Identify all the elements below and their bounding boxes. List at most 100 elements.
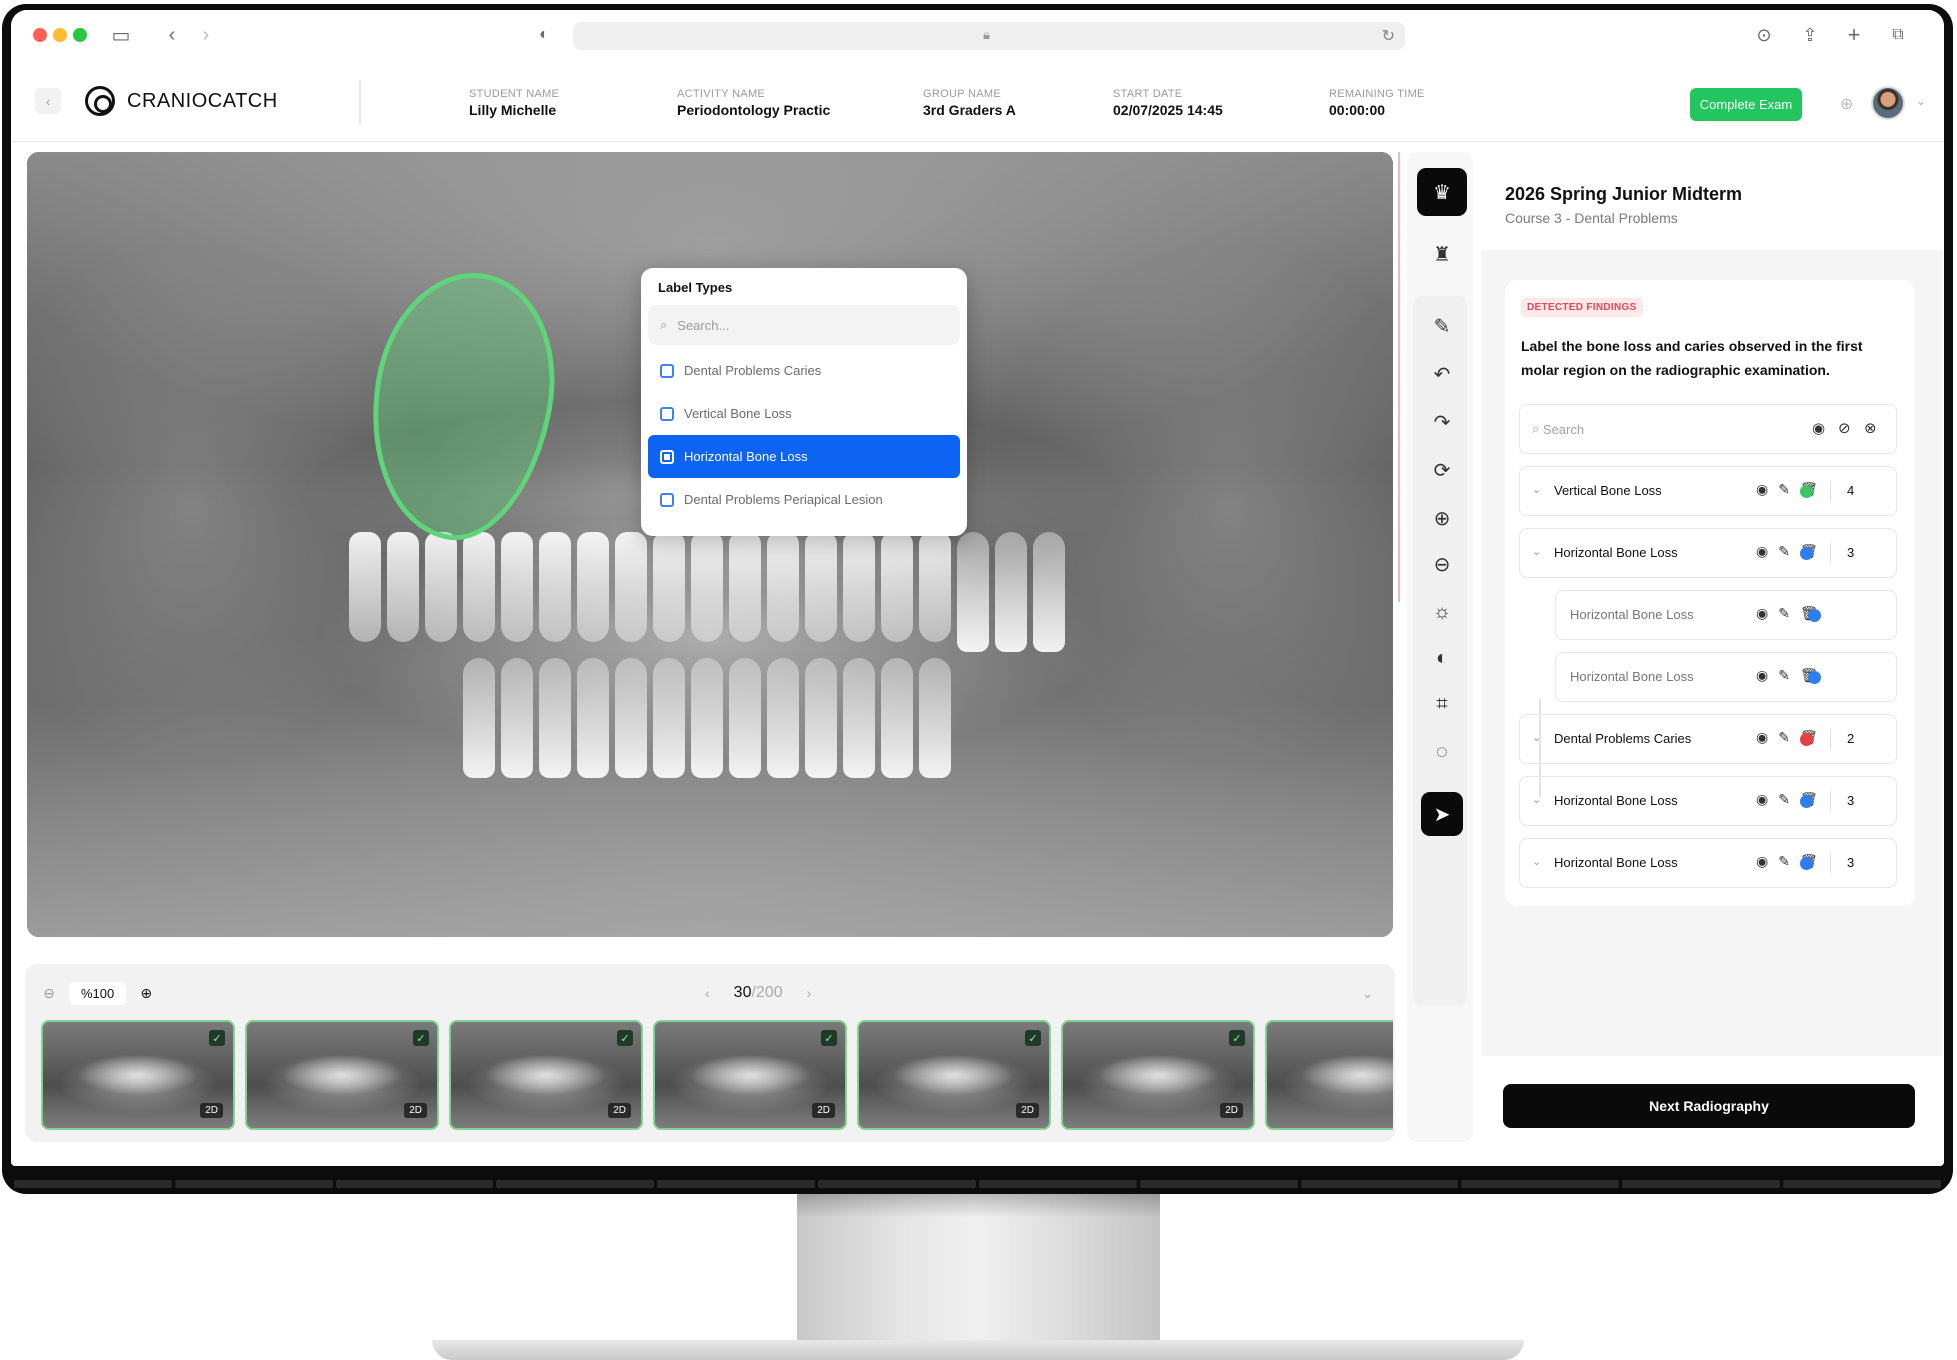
brightness-button[interactable]: ☼ (1417, 588, 1467, 636)
eye-icon[interactable]: ◉ (1756, 853, 1768, 870)
zoom-out-icon[interactable]: ⊖ (39, 985, 59, 1002)
zoom-out-tool-button[interactable]: ⊖ (1417, 540, 1467, 588)
label-search-input[interactable]: ⌕ Search... (648, 305, 960, 345)
lock-icon: 🔒︎ (983, 27, 990, 42)
prev-page-icon[interactable]: ‹ (705, 985, 710, 1001)
radiograph-thumbnail[interactable]: ✓2D (1265, 1020, 1393, 1130)
radiograph-thumbnail[interactable]: ✓2D (1061, 1020, 1255, 1130)
checkbox[interactable] (660, 406, 674, 421)
maximize-window-button[interactable] (73, 28, 87, 42)
sun-icon: ☼ (1432, 600, 1452, 623)
pencil-icon[interactable]: ✎ (1778, 481, 1790, 498)
draw-tool-button[interactable]: ✎ (1417, 302, 1467, 350)
next-radiography-button[interactable]: Next Radiography (1503, 1084, 1915, 1128)
avatar[interactable] (1871, 86, 1905, 120)
eye-icon[interactable]: ◉ (1756, 791, 1768, 808)
chevron-down-icon[interactable]: ⌄ (1532, 545, 1541, 558)
single-tooth-button[interactable]: ♜ (1417, 230, 1467, 278)
radiograph-thumbnail[interactable]: ✓2D (449, 1020, 643, 1130)
back-arrow-icon[interactable]: ‹ (163, 22, 181, 48)
meta-group: GROUP NAME 3rd Graders A (923, 88, 1016, 118)
zoom-in-tool-button[interactable]: ⊕ (1417, 494, 1467, 542)
pencil-icon[interactable]: ✎ (1778, 791, 1790, 808)
finding-child-row[interactable]: Horizontal Bone Loss◉✎🗑︎ (1555, 652, 1897, 702)
pencil-icon[interactable]: ✎ (1778, 543, 1790, 560)
chevron-down-icon[interactable]: ⌄ (1916, 94, 1926, 108)
label-option[interactable]: Dental Problems Caries (648, 349, 960, 392)
finding-row[interactable]: ⌄Horizontal Bone Loss◉✎🗑︎3 (1519, 528, 1897, 578)
reload-icon[interactable]: ↻ (1382, 26, 1395, 46)
undo-button[interactable]: ↶ (1417, 350, 1467, 398)
send-button[interactable]: ➤ (1421, 792, 1463, 836)
finding-row[interactable]: ⌄Vertical Bone Loss◉✎🗑︎4 (1519, 466, 1897, 516)
shield-icon[interactable]: ◐ (535, 22, 553, 48)
radiograph-thumbnail[interactable]: ✓2D (41, 1020, 235, 1130)
stand-shadow (797, 1194, 1160, 1218)
monitor-bezel: ▭ ‹ › ◐ 🔒︎ ↻ ⊙ ⇪ + ⧉ ‹ CRANIOCATCH STUDE… (2, 4, 1953, 1194)
page-current: 30 (733, 984, 752, 1001)
option-label: Dental Problems Periapical Lesion (684, 492, 883, 507)
radiograph-viewer[interactable]: Label Types ⌕ Search... Dental Problems … (27, 152, 1393, 937)
zoom-level[interactable]: %100 (69, 982, 127, 1005)
checkbox[interactable] (660, 449, 674, 464)
eye-icon[interactable]: ◉ (1756, 481, 1768, 498)
zoom-in-icon[interactable]: ⊕ (136, 985, 156, 1002)
finding-row[interactable]: ⌄Dental Problems Caries◉✎🗑︎2 (1519, 714, 1897, 764)
eye-icon[interactable]: ◉ (1756, 667, 1768, 684)
pagination: ‹ 30/200 › (705, 984, 811, 1002)
radiograph-thumbnail[interactable]: ✓2D (245, 1020, 439, 1130)
hide-icon[interactable]: ⊘ (1838, 419, 1851, 437)
chevron-down-icon[interactable]: ⌄ (1532, 793, 1541, 806)
chevron-down-icon[interactable]: ⌄ (1532, 483, 1541, 496)
pencil-icon[interactable]: ✎ (1778, 729, 1790, 746)
teeth-mode-button[interactable]: ♛ (1417, 168, 1467, 216)
chevron-down-icon[interactable]: ⌄ (1362, 986, 1373, 1002)
finding-row[interactable]: ⌄Horizontal Bone Loss◉✎🗑︎3 (1519, 776, 1897, 826)
chevron-down-icon[interactable]: ⌄ (1532, 855, 1541, 868)
close-window-button[interactable] (33, 28, 47, 42)
label-option[interactable]: Dental Problems Periapical Lesion (648, 478, 960, 521)
collapse-button[interactable]: ‹ (35, 88, 61, 114)
label-option-selected[interactable]: Horizontal Bone Loss (648, 435, 960, 478)
craniocatch-logo-icon (85, 86, 115, 116)
new-tab-icon[interactable]: + (1843, 22, 1865, 48)
meta-activity: ACTIVITY NAME Periodontology Practic (677, 88, 830, 118)
complete-exam-button[interactable]: Complete Exam (1690, 88, 1802, 121)
minimize-window-button[interactable] (53, 28, 67, 42)
pencil-icon[interactable]: ✎ (1778, 605, 1790, 622)
label-types-dropdown: Label Types ⌕ Search... Dental Problems … (641, 268, 967, 536)
comment-button[interactable]: ◌ (1417, 728, 1467, 776)
rotate-button[interactable]: ⟳ (1417, 446, 1467, 494)
globe-icon[interactable]: ⊕ (1840, 94, 1858, 113)
address-bar[interactable]: 🔒︎ ↻ (573, 22, 1405, 50)
clear-icon[interactable]: ⊗ (1864, 419, 1877, 437)
sidebar-toggle-icon[interactable]: ▭ (109, 22, 133, 48)
teeth-icon: ♛ (1433, 181, 1451, 204)
radiograph-thumbnail[interactable]: ✓2D (857, 1020, 1051, 1130)
checkbox[interactable] (660, 363, 674, 378)
radiograph-thumbnail[interactable]: ✓2D (653, 1020, 847, 1130)
next-page-icon[interactable]: › (807, 985, 812, 1001)
undo-icon: ↶ (1433, 363, 1451, 386)
share-icon[interactable]: ⇪ (1799, 22, 1821, 48)
eye-icon[interactable]: ◉ (1756, 543, 1768, 560)
contrast-button[interactable]: ◐ (1417, 634, 1467, 682)
finding-child-row[interactable]: Horizontal Bone Loss◉✎🗑︎ (1555, 590, 1897, 640)
exam-subtitle: Course 3 - Dental Problems (1505, 210, 1678, 226)
color-dot (1800, 547, 1813, 560)
download-icon[interactable]: ⊙ (1753, 22, 1775, 48)
redo-button[interactable]: ↷ (1417, 398, 1467, 446)
label-option[interactable]: Vertical Bone Loss (648, 392, 960, 435)
chevron-down-icon[interactable]: ⌄ (1532, 731, 1541, 744)
finding-row[interactable]: ⌄Horizontal Bone Loss◉✎🗑︎3 (1519, 838, 1897, 888)
tab-overview-icon[interactable]: ⧉ (1887, 22, 1909, 48)
findings-search-input[interactable]: ⌕ Search ◉ ⊘ ⊗ (1519, 404, 1897, 454)
crop-button[interactable]: ⌗ (1417, 680, 1467, 728)
eye-icon[interactable]: ◉ (1812, 419, 1825, 437)
eye-icon[interactable]: ◉ (1756, 729, 1768, 746)
checkbox[interactable] (660, 492, 674, 507)
forward-arrow-icon[interactable]: › (197, 22, 215, 48)
pencil-icon[interactable]: ✎ (1778, 853, 1790, 870)
eye-icon[interactable]: ◉ (1756, 605, 1768, 622)
pencil-icon[interactable]: ✎ (1778, 667, 1790, 684)
